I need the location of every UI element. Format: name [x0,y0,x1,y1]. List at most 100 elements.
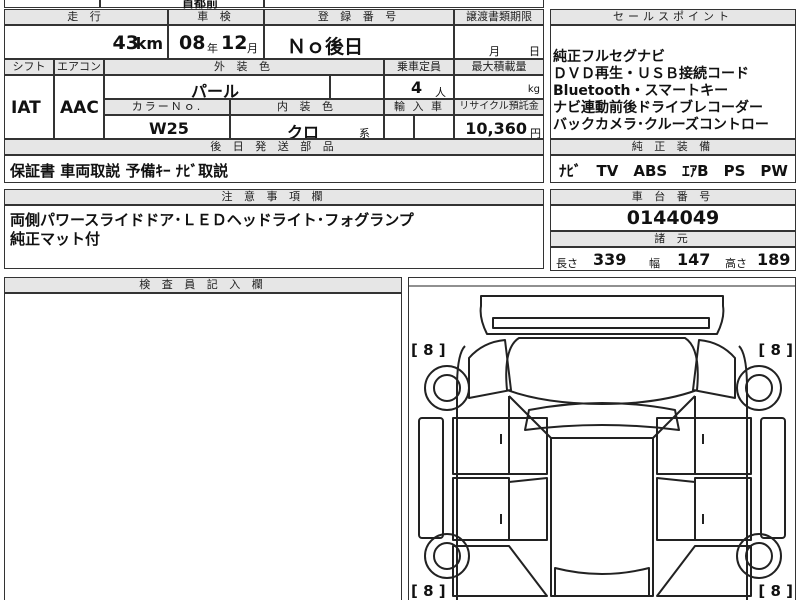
side-sill-right [760,417,786,539]
recycle-unit: 円 [530,127,541,139]
height-value: 189 [757,250,791,269]
import-car-cell-b [414,115,454,139]
rear-right-wheel-inner [745,542,773,570]
top-clip-right [264,0,544,8]
color-no-value: W25 [149,119,189,138]
interior-color-value: クロ [287,123,320,139]
rear-right-wheel [736,533,782,579]
recycle-fee-header: リサイクル預託金 [454,99,544,115]
sales-point-line-4: ナビ連動前後ドライブレコーダー [553,100,763,116]
year-unit: 年 [207,42,218,55]
inspection-cell: 08 年 12 月 [168,25,264,59]
capacity-cell: 4 人 [384,75,454,99]
capacity-unit: 人 [435,86,446,99]
roof [550,437,654,597]
inspection-header: 車 検 [168,9,264,25]
max-load-cell: kg [454,75,544,99]
top-clip-left [4,0,100,8]
rear-left-wheel [424,533,470,579]
chassis-no-cell: 0144049 [550,205,796,231]
hood-outline [505,337,699,405]
import-car-header: 輸 入 車 [384,99,454,115]
tire-label-front-right: [ 8 ] [758,341,793,359]
front-door-left [452,417,510,475]
tire-label-front-left: [ 8 ] [411,341,446,359]
notes-cell: 両側パワースライドドア･ＬＥＤヘッドライト･フォグランプ 純正マット付 [4,205,544,269]
registration-value: Ｎｏ後日 [287,36,364,58]
genuine-equipment-cell: ﾅﾋﾞ TV ABS ｴｱB PS PW [550,155,796,183]
recycle-fee-value: 10,360 [465,119,527,138]
interior-suffix: 系 [359,127,370,139]
quarter-left [452,545,548,597]
color-no-cell: W25 [104,115,230,139]
genuine-equipment-value: ﾅﾋﾞ TV ABS ｴｱB PS PW [559,162,788,180]
shift-header: シフト [4,59,54,75]
shift-cell: IAT [4,75,54,139]
front-left-wheel [424,365,470,411]
inspection-year: 08 [179,32,206,54]
registration-cell: Ｎｏ後日 [264,25,454,59]
capacity-header: 乗車定員 [384,59,454,75]
later-parts-cell: 保証書 車両取説 予備ｷｰ ﾅﾋﾞ取説 [4,155,544,183]
exterior-color-value: パール [191,82,240,99]
inspector-header: 検 査 員 記 入 欄 [4,277,402,293]
vehicle-diagram-panel: [ 8 ] [ 8 ] [ 8 ] [ 8 ] [408,277,796,600]
notes-header: 注 意 事 項 欄 [4,189,544,205]
front-right-wheel-inner [745,374,773,402]
fender-left [468,339,512,399]
transfer-day: 日 [529,45,540,58]
aircon-header: エアコン [54,59,104,75]
later-parts-header: 後 日 発 送 部 品 [4,139,544,155]
capacity-value: 4 [411,78,423,97]
rear-glass [554,567,650,597]
exterior-color-header: 外 装 色 [104,59,384,75]
fender-right [692,339,736,399]
exterior-color-cell: パール [104,75,330,99]
rear-window-left [508,477,548,541]
max-load-header: 最大積載量 [454,59,544,75]
front-window-left [509,417,548,475]
front-window-right [656,417,695,475]
sales-point-line-2: ＤＶＤ再生・ＵＳＢ接続コード [553,66,749,82]
dimensions-cell: 長さ 339 幅 147 高さ 189 [550,247,796,271]
front-right-wheel [736,365,782,411]
dimensions-header: 諸 元 [550,231,796,247]
sales-point-line-3: Bluetooth・スマートキー [553,83,729,99]
mileage-unit: km [135,34,163,53]
aircon-value: AAC [60,98,99,118]
tire-label-rear-right: [ 8 ] [758,582,793,600]
later-parts-value: 保証書 車両取説 予備ｷｰ ﾅﾋﾞ取説 [10,162,229,180]
windshield [524,402,680,431]
width-value: 147 [677,250,711,269]
transfer-deadline-cell: 月 日 [454,25,544,59]
sales-point-line-5: バックカメラ･クルーズコントロー [553,117,769,133]
sales-point-cell: 純正フルセグナビ ＤＶＤ再生・ＵＳＢ接続コード Bluetooth・スマートキー… [550,25,796,139]
mileage-cell: 43 km [4,25,168,59]
chassis-no-value: 0144049 [626,207,720,229]
chassis-no-header: 車 台 番 号 [550,189,796,205]
aircon-cell: AAC [54,75,104,139]
rear-door-left [452,477,510,541]
width-label: 幅 [649,257,660,270]
notes-line-1: 両側パワースライドドア･ＬＥＤヘッドライト･フォグランプ [10,211,414,229]
registration-header: 登 録 番 号 [264,9,454,25]
rear-door-right [694,477,752,541]
rear-window-right [656,477,696,541]
mileage-header: 走 行 [4,9,168,25]
interior-color-cell: クロ 系 [230,115,384,139]
inspection-month: 12 [221,32,248,54]
length-value: 339 [593,250,627,269]
vehicle-diagram [409,285,795,600]
shift-value: IAT [11,98,41,118]
recycle-fee-cell: 10,360 円 [454,115,544,139]
inspector-cell [4,293,402,600]
front-bumper-inner [492,317,710,329]
color-no-header: カラーＮｏ. [104,99,230,115]
length-label: 長さ [556,257,578,270]
genuine-equipment-header: 純 正 装 備 [550,139,796,155]
transfer-deadline-header: 譲渡書類期限 [454,9,544,25]
side-sill-left [418,417,444,539]
month-unit: 月 [247,42,258,55]
max-load-unit: kg [527,84,540,95]
height-label: 高さ [725,257,747,270]
